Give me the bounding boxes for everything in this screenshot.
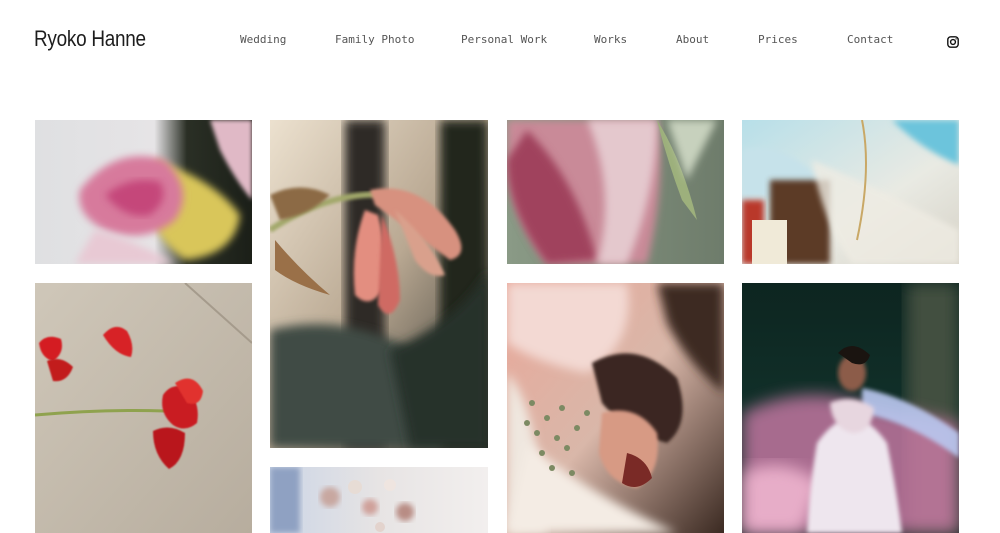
nav-item-personal-work[interactable]: Personal Work bbox=[461, 33, 547, 46]
site-title[interactable]: Ryoko Hanne bbox=[34, 26, 146, 52]
gallery-photo-tulip-closeup[interactable] bbox=[507, 120, 724, 264]
gallery-photo-bride-light[interactable] bbox=[742, 283, 959, 533]
gallery-photo-amaryllis[interactable] bbox=[270, 120, 488, 448]
gallery-photo-plastic-wrap[interactable] bbox=[742, 120, 959, 264]
gallery-photo-tulip-petals[interactable] bbox=[35, 120, 252, 264]
nav-item-wedding[interactable]: Wedding bbox=[240, 33, 286, 46]
gallery-photo-pearls[interactable] bbox=[270, 467, 488, 533]
nav-item-works[interactable]: Works bbox=[594, 33, 627, 46]
nav-item-contact[interactable]: Contact bbox=[847, 33, 893, 46]
gallery-photo-red-flower[interactable] bbox=[35, 283, 252, 533]
nav-item-prices[interactable]: Prices bbox=[758, 33, 798, 46]
nav-item-family-photo[interactable]: Family Photo bbox=[335, 33, 414, 46]
nav-item-about[interactable]: About bbox=[676, 33, 709, 46]
instagram-icon[interactable] bbox=[947, 33, 959, 48]
gallery-photo-bride-flowers[interactable] bbox=[507, 283, 724, 533]
